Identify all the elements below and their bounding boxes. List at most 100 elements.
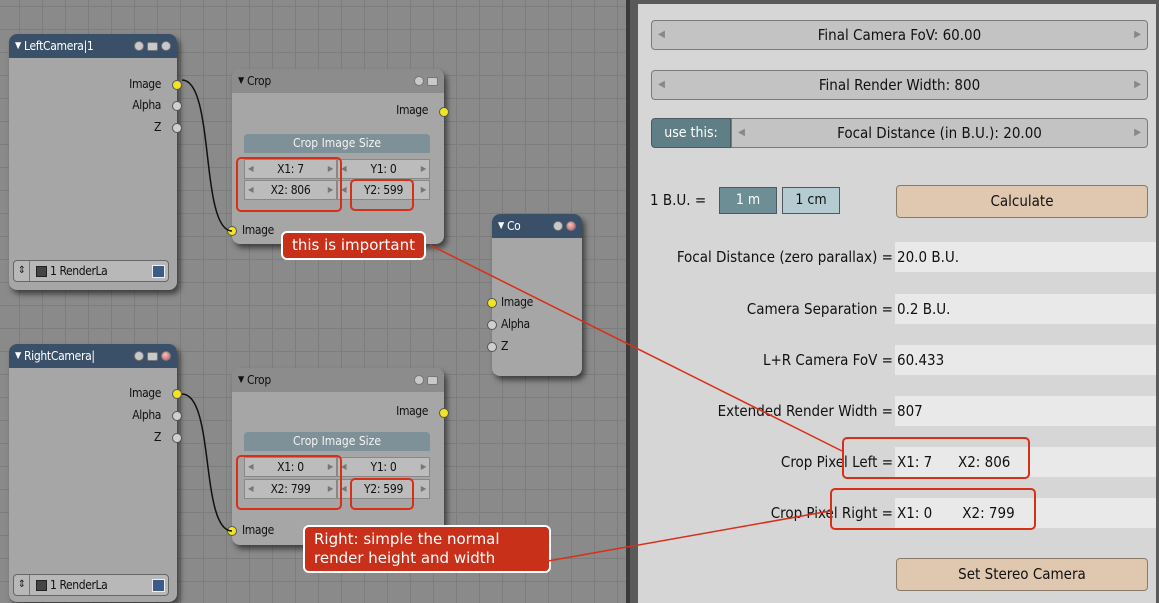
scene-icon[interactable] [152, 578, 165, 592]
increment-arrow-icon[interactable]: ▶ [1134, 71, 1141, 99]
callout-right: Right: simple the normal render height a… [303, 525, 551, 573]
composite-node[interactable]: ▼ Co Image Alpha Z [487, 214, 582, 376]
crop-node-header[interactable]: ▼ Crop [232, 69, 444, 93]
decrement-arrow-icon[interactable]: ◀ [738, 119, 745, 147]
highlight-crop-right-y2 [350, 478, 414, 510]
sphere-icon[interactable] [566, 221, 576, 231]
crop-node-header[interactable]: ▼ Crop [232, 368, 444, 392]
input-label-image: Image [242, 523, 274, 537]
extended-render-width-value: 807 [895, 396, 1156, 426]
render-layer-name: 1 RenderLa [50, 578, 108, 592]
node-editor[interactable]: ▼ LeftCamera|1 Image Alpha Z ⇕ 1 RenderL… [0, 0, 626, 603]
composite-node-title: Co [506, 219, 521, 233]
preview-toggle-icon[interactable] [414, 375, 424, 385]
left-camera-node[interactable]: ▼ LeftCamera|1 Image Alpha Z ⇕ 1 RenderL… [9, 34, 182, 290]
callout-right-line1: Right: simple the normal [314, 530, 500, 548]
options-toggle-icon[interactable] [147, 41, 158, 51]
output-label-image: Image [396, 103, 428, 117]
unit-centimeter-button[interactable]: 1 cm [782, 187, 840, 214]
preview-toggle-icon[interactable] [553, 221, 563, 231]
unit-meter-button[interactable]: 1 m [719, 187, 777, 214]
input-label-image: Image [501, 295, 533, 309]
output-label-image: Image [129, 77, 161, 91]
render-layer-icon [36, 265, 47, 277]
focal-distance-zero-parallax-label: Focal Distance (zero parallax) = [676, 248, 893, 266]
options-toggle-icon[interactable] [427, 375, 438, 385]
image-output-socket[interactable] [439, 107, 449, 117]
updown-arrows-icon[interactable]: ⇕ [14, 575, 30, 595]
link-left-camera-to-crop [181, 79, 233, 232]
input-label-alpha: Alpha [501, 317, 530, 331]
focal-distance-field[interactable]: ◀ Focal Distance (in B.U.): 20.00 ▶ [731, 118, 1148, 148]
y1-field[interactable]: ◀ Y1: 0 ▶ [337, 457, 430, 477]
callout-important: this is important [281, 231, 426, 260]
increment-arrow-icon[interactable]: ▶ [1134, 119, 1141, 147]
collapse-triangle-icon[interactable]: ▼ [15, 351, 21, 361]
final-camera-fov-field[interactable]: ◀ Final Camera FoV: 60.00 ▶ [651, 20, 1148, 50]
right-camera-node-title: RightCamera| [23, 349, 95, 363]
lr-camera-fov-value: 60.433 [895, 345, 1156, 375]
output-label-z: Z [154, 430, 161, 444]
alpha-input-socket[interactable] [487, 320, 497, 330]
alpha-output-socket[interactable] [172, 101, 182, 111]
highlight-crop-pixel-right [830, 488, 1036, 530]
final-camera-fov-text: Final Camera FoV: 60.00 [817, 26, 982, 44]
decrement-arrow-icon[interactable]: ◀ [658, 71, 665, 99]
scene-icon[interactable] [152, 264, 165, 278]
z-output-socket[interactable] [172, 433, 182, 443]
crop-node-title: Crop [246, 373, 271, 387]
sphere-icon[interactable] [161, 351, 171, 361]
calculate-button[interactable]: Calculate [896, 185, 1148, 218]
left-camera-node-header[interactable]: ▼ LeftCamera|1 [9, 34, 177, 58]
crop-image-size-title: Crop Image Size [244, 134, 430, 153]
output-label-alpha: Alpha [132, 408, 161, 422]
highlight-crop-pixel-left [842, 437, 1030, 479]
image-input-socket[interactable] [487, 298, 497, 308]
z-input-socket[interactable] [487, 342, 497, 352]
output-label-image: Image [129, 386, 161, 400]
collapse-triangle-icon[interactable]: ▼ [498, 221, 504, 231]
render-layer-selector[interactable]: ⇕ 1 RenderLa [13, 260, 169, 282]
composite-node-header[interactable]: ▼ Co [492, 214, 582, 238]
render-layer-name: 1 RenderLa [50, 264, 108, 278]
collapse-triangle-icon[interactable]: ▼ [238, 375, 244, 385]
z-output-socket[interactable] [172, 123, 182, 133]
image-output-socket[interactable] [172, 389, 182, 399]
alpha-output-socket[interactable] [172, 411, 182, 421]
lr-camera-fov-label: L+R Camera FoV = [762, 351, 893, 369]
collapse-triangle-icon[interactable]: ▼ [238, 76, 244, 86]
right-camera-node[interactable]: ▼ RightCamera| Image Alpha Z ⇕ 1 RenderL… [9, 344, 182, 602]
camera-separation-value: 0.2 B.U. [895, 294, 1156, 324]
collapse-triangle-icon[interactable]: ▼ [15, 41, 21, 51]
y1-field[interactable]: ◀ Y1: 0 ▶ [337, 159, 430, 179]
render-layer-selector[interactable]: ⇕ 1 RenderLa [13, 574, 169, 596]
image-input-socket[interactable] [227, 526, 237, 536]
output-label-z: Z [154, 120, 161, 134]
crop-node-title: Crop [246, 74, 271, 88]
set-stereo-camera-button[interactable]: Set Stereo Camera [896, 558, 1148, 591]
right-camera-node-header[interactable]: ▼ RightCamera| [9, 344, 177, 368]
use-this-toggle[interactable]: use this: [651, 118, 731, 148]
link-right-camera-to-crop [181, 393, 233, 532]
camera-separation-label: Camera Separation = [746, 300, 893, 318]
preview-toggle-icon[interactable] [134, 41, 144, 51]
increment-arrow-icon[interactable]: ▶ [1134, 21, 1141, 49]
final-render-width-field[interactable]: ◀ Final Render Width: 800 ▶ [651, 70, 1148, 100]
output-label-image: Image [396, 404, 428, 418]
updown-arrows-icon[interactable]: ⇕ [14, 261, 30, 281]
input-label-image: Image [242, 223, 274, 237]
y1-value: Y1: 0 [370, 460, 397, 474]
image-output-socket[interactable] [172, 80, 182, 90]
decrement-arrow-icon[interactable]: ◀ [658, 21, 665, 49]
output-label-alpha: Alpha [132, 98, 161, 112]
focal-distance-zero-parallax-value: 20.0 B.U. [895, 242, 1156, 272]
image-input-socket[interactable] [227, 226, 237, 236]
preview-toggle-icon[interactable] [134, 351, 144, 361]
sphere-icon[interactable] [161, 41, 171, 51]
highlight-crop-left-x [236, 157, 342, 212]
options-toggle-icon[interactable] [147, 351, 158, 361]
options-toggle-icon[interactable] [427, 76, 438, 86]
image-output-socket[interactable] [439, 408, 449, 418]
preview-toggle-icon[interactable] [414, 76, 424, 86]
input-label-z: Z [501, 339, 508, 353]
